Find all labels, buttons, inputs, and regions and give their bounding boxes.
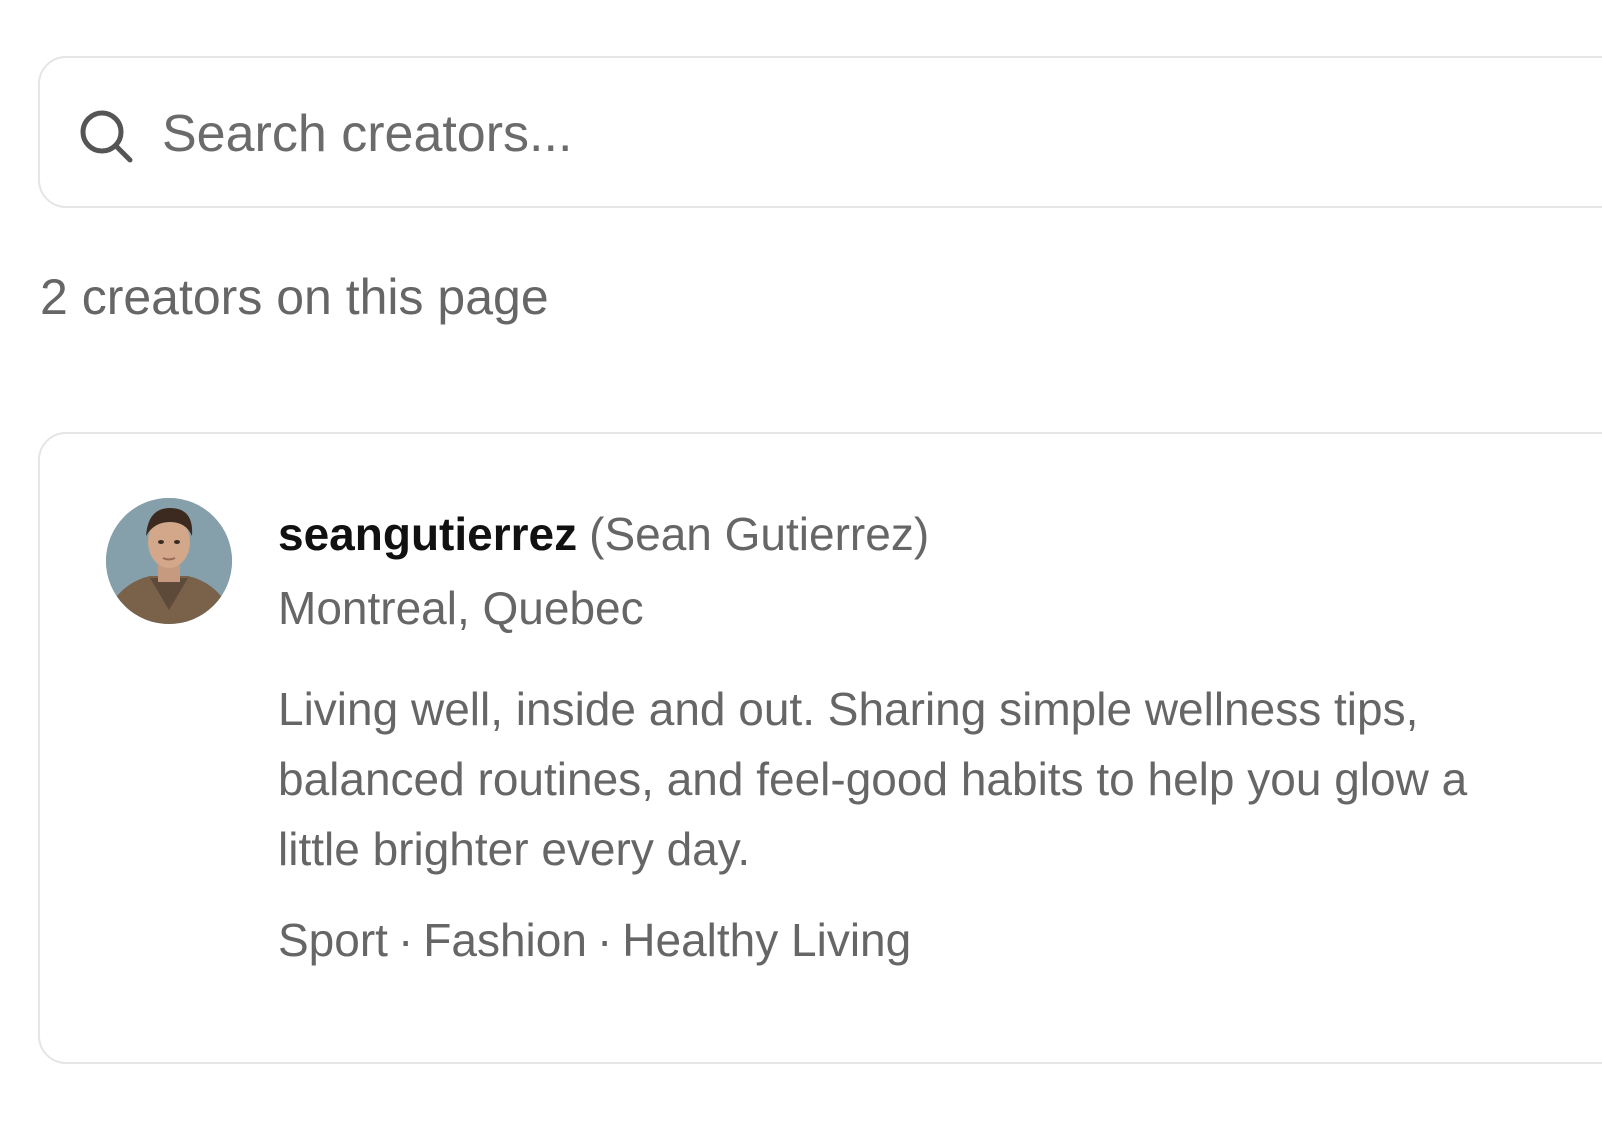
tag-separator: ·: [397, 914, 414, 966]
creator-bio: Living well, inside and out. Sharing sim…: [278, 683, 1468, 875]
creator-tags: Sport · Fashion · Healthy Living: [278, 910, 1578, 970]
creator-name-line: seangutierrez (Sean Gutierrez): [278, 504, 1578, 564]
tag-separator: ·: [596, 914, 613, 966]
creator-location: Montreal, Quebec: [278, 582, 644, 634]
avatar[interactable]: [106, 498, 232, 624]
tag-fashion: Fashion: [423, 914, 587, 966]
search-icon: [78, 108, 134, 164]
tag-healthy-living: Healthy Living: [622, 914, 912, 966]
search-bar[interactable]: [38, 56, 1602, 208]
profile-photo: [106, 498, 232, 624]
creator-display-name: (Sean Gutierrez): [589, 508, 930, 560]
creator-search-page: 2 creators on this page seangutierrez(Se…: [0, 0, 1602, 1128]
search-input[interactable]: [162, 98, 1462, 170]
results-count: 2 creators on this page: [40, 269, 549, 325]
creator-username[interactable]: seangutierrez: [278, 508, 577, 560]
creator-card[interactable]: seangutierrez (Sean Gutierrez) Montreal, …: [38, 432, 1602, 1064]
creator-details: seangutierrez (Sean Gutierrez) Montreal, …: [278, 504, 1578, 970]
tag-sport: Sport: [278, 914, 388, 966]
